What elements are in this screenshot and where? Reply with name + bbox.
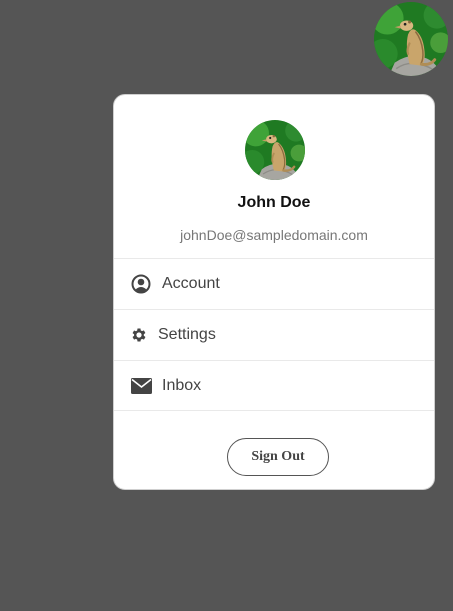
user-email: johnDoe@sampledomain.com xyxy=(180,227,368,243)
user-avatar xyxy=(245,120,305,180)
user-name: John Doe xyxy=(237,194,311,211)
menu-item-label: Inbox xyxy=(162,376,202,394)
sign-out-button[interactable]: Sign Out xyxy=(227,438,329,476)
meerkat-photo xyxy=(374,2,448,76)
menu-item-settings[interactable]: Settings xyxy=(114,309,434,360)
menu-item-label: Settings xyxy=(158,326,216,343)
menu-item-label: Account xyxy=(162,275,220,292)
user-menu-list: Account Settings Inbox xyxy=(114,258,434,411)
user-circle-icon xyxy=(130,273,152,295)
user-menu-dropdown: John Doe johnDoe@sampledomain.com Accoun… xyxy=(113,94,435,490)
meerkat-photo xyxy=(245,120,305,180)
menu-item-inbox[interactable]: Inbox xyxy=(114,360,434,411)
gear-icon xyxy=(130,324,148,346)
menu-item-account[interactable]: Account xyxy=(114,258,434,309)
envelope-icon xyxy=(130,375,152,397)
profile-avatar-button[interactable] xyxy=(374,2,448,76)
